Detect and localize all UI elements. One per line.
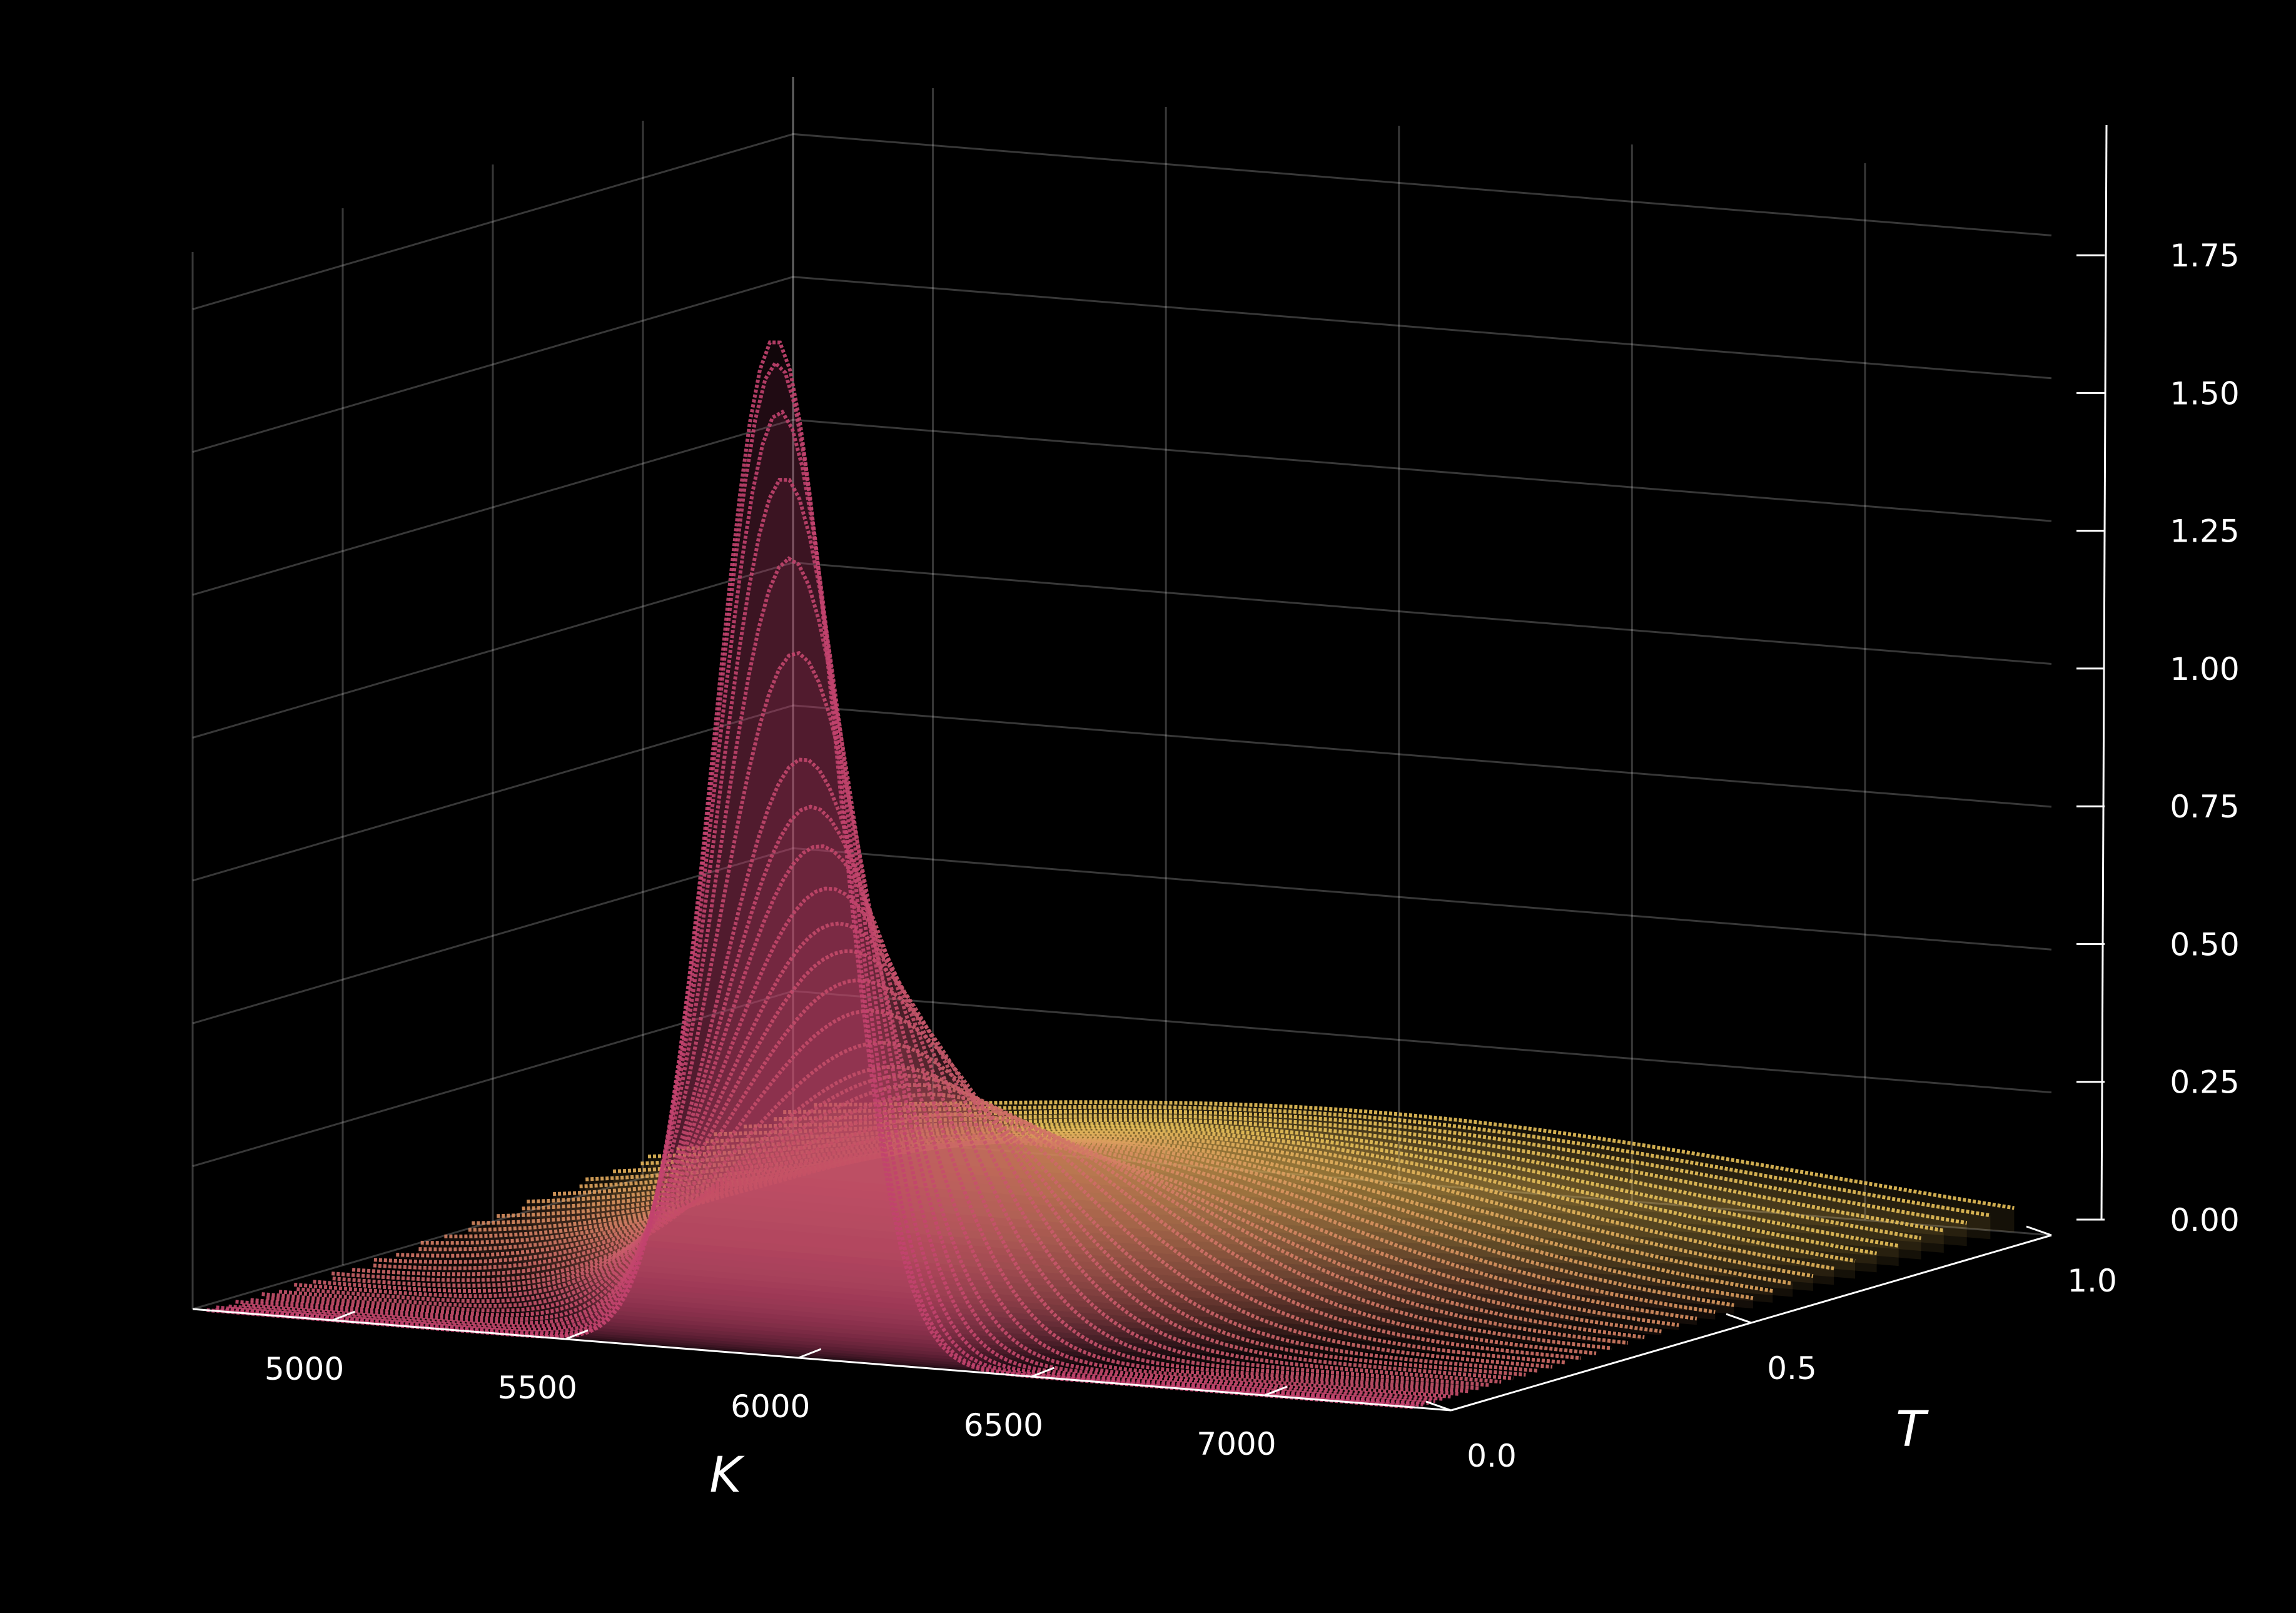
x-tick-label: 6000: [731, 1388, 810, 1425]
z-tick-label: 0.25: [2170, 1064, 2239, 1101]
z-axis-line: [2100, 124, 2108, 1220]
value-axis: 0.00 0.25 0.50 0.75 1.00 1.25 1.50 1.75: [2076, 124, 2240, 1238]
z-gridline: [192, 847, 2052, 1024]
surface-plot: [206, 340, 2015, 1410]
y-tick-label: 1.0: [2067, 1263, 2117, 1299]
z-tick-label: 1.50: [2170, 375, 2239, 412]
z-gridline: [192, 418, 2052, 596]
x-axis-label: K: [709, 1447, 745, 1504]
x-tick-label: 5500: [498, 1370, 577, 1406]
y-axis-label: T: [1896, 1402, 1929, 1458]
y-tick-label: 0.0: [1467, 1438, 1517, 1474]
z-tick-label: 0.00: [2170, 1202, 2239, 1238]
z-tick-label: 1.00: [2170, 651, 2239, 687]
z-gridline: [192, 704, 2052, 882]
z-tick-label: 0.50: [2170, 926, 2239, 963]
y-tick: [1726, 1313, 1752, 1324]
y-tick-label: 0.5: [1767, 1350, 1817, 1387]
z-gridline: [192, 133, 2052, 310]
x-tick-label: 5000: [265, 1351, 344, 1387]
x-tick-label: 6500: [964, 1407, 1043, 1444]
x-tick-label: 7000: [1196, 1426, 1276, 1462]
z-gridline: [192, 561, 2052, 739]
z-tick-label: 1.75: [2170, 238, 2239, 274]
surface-chart: 50005500600065007000 0.00.51.0 0.000.250…: [191, 77, 2240, 1504]
z-gridline: [192, 276, 2052, 453]
z-tick-label: 1.25: [2170, 513, 2239, 550]
z-tick-label: 0.75: [2170, 789, 2239, 825]
